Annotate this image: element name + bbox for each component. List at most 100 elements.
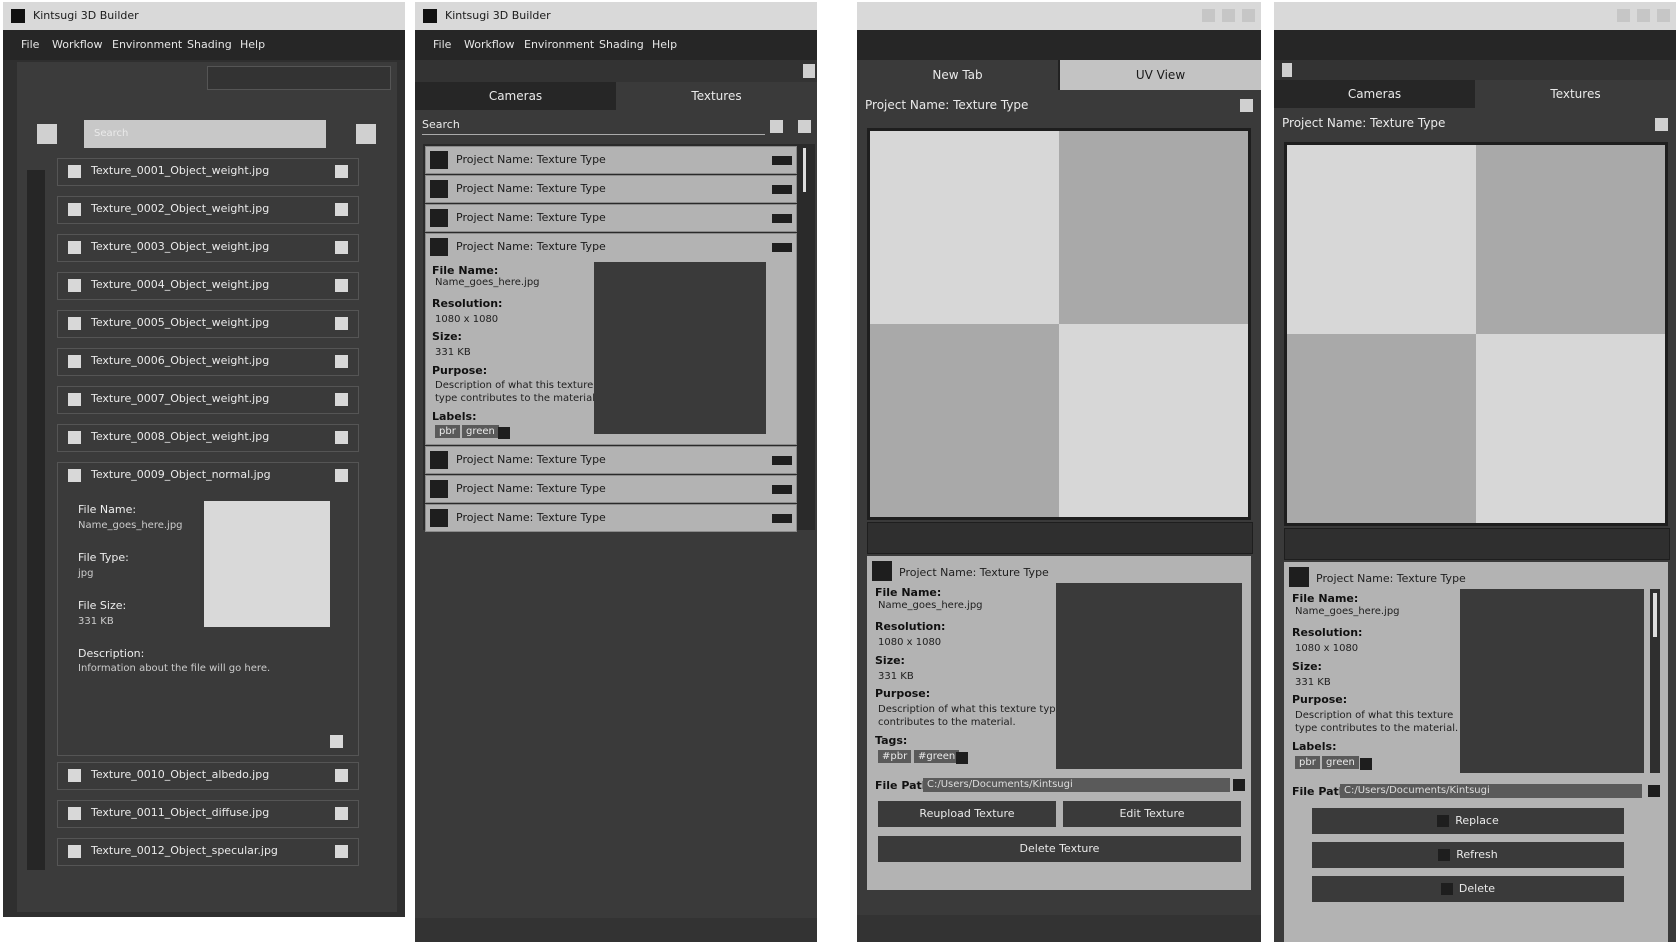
menu-icon[interactable] [772, 456, 792, 465]
menu-shading[interactable]: Shading [599, 38, 644, 51]
label-tag[interactable]: green [1322, 756, 1359, 769]
visibility-icon[interactable] [335, 769, 348, 782]
options-icon[interactable] [1240, 99, 1253, 112]
menu-environment[interactable]: Environment [112, 38, 182, 51]
list-item[interactable]: Project Name: Texture Type [425, 475, 797, 503]
checkbox[interactable] [68, 279, 81, 292]
menu-icon[interactable] [772, 514, 792, 523]
list-item[interactable]: Texture_0010_Object_albedo.jpg [57, 762, 359, 790]
checkbox[interactable] [68, 165, 81, 178]
menu-file[interactable]: File [433, 38, 451, 51]
close-icon[interactable] [1657, 9, 1670, 22]
checkbox[interactable] [68, 241, 81, 254]
tab-textures[interactable]: Textures [1475, 80, 1676, 108]
file-path-field[interactable]: C:/Users/Documents/Kintsugi [1340, 784, 1642, 798]
list-item[interactable]: Texture_0006_Object_weight.jpg [57, 348, 359, 376]
minimize-icon[interactable] [1202, 9, 1215, 22]
list-item[interactable]: Project Name: Texture Type [425, 175, 797, 203]
menu-icon[interactable] [772, 243, 792, 252]
visibility-icon[interactable] [335, 431, 348, 444]
list-item[interactable]: Texture_0012_Object_specular.jpg [57, 838, 359, 866]
menu-workflow[interactable]: Workflow [464, 38, 515, 51]
maximize-icon[interactable] [1222, 9, 1235, 22]
delete-texture-button[interactable]: Delete Texture [878, 836, 1241, 862]
minimize-icon[interactable] [1617, 9, 1630, 22]
expanded-list-item[interactable]: Texture_0009_Object_normal.jpg File Name… [57, 462, 359, 756]
maximize-icon[interactable] [1637, 9, 1650, 22]
visibility-icon[interactable] [335, 165, 348, 178]
list-item[interactable]: Texture_0008_Object_weight.jpg [57, 424, 359, 452]
scrollbar[interactable] [1650, 589, 1660, 773]
checkbox[interactable] [68, 807, 81, 820]
add-tag-icon[interactable] [956, 752, 968, 764]
label-tag[interactable]: green [462, 425, 499, 438]
checkbox[interactable] [68, 393, 81, 406]
list-item[interactable]: Texture_0004_Object_weight.jpg [57, 272, 359, 300]
list-item[interactable]: Texture_0001_Object_weight.jpg [57, 158, 359, 186]
filter-icon[interactable] [770, 120, 783, 133]
visibility-icon[interactable] [335, 469, 348, 482]
visibility-icon[interactable] [335, 845, 348, 858]
checkbox[interactable] [68, 203, 81, 216]
tab-textures[interactable]: Textures [616, 82, 817, 110]
menu-help[interactable]: Help [240, 38, 265, 51]
menu-shading[interactable]: Shading [187, 38, 232, 51]
tab-new-tab[interactable]: New Tab [857, 60, 1060, 90]
refresh-button[interactable]: Refresh [1312, 842, 1624, 868]
browse-icon[interactable] [1648, 785, 1660, 797]
corner-icon[interactable] [330, 735, 343, 748]
file-path-field[interactable]: C:/Users/Documents/Kintsugi [923, 778, 1230, 792]
edit-texture-button[interactable]: Edit Texture [1063, 801, 1241, 827]
list-item[interactable]: Project Name: Texture Type [425, 146, 797, 174]
checkbox[interactable] [68, 469, 81, 482]
tag-chip[interactable]: #green [914, 750, 960, 763]
checkbox[interactable] [68, 845, 81, 858]
delete-button[interactable]: Delete [1312, 876, 1624, 902]
menu-icon[interactable] [772, 214, 792, 223]
checkbox[interactable] [68, 355, 81, 368]
visibility-icon[interactable] [335, 279, 348, 292]
tab-uv-view[interactable]: UV View [1060, 60, 1261, 90]
label-tag[interactable]: pbr [1295, 756, 1320, 769]
menu-icon[interactable] [772, 185, 792, 194]
tab-cameras[interactable]: Cameras [415, 82, 616, 110]
list-item[interactable]: Project Name: Texture Type [425, 446, 797, 474]
options-icon[interactable] [1655, 118, 1668, 131]
menu-workflow[interactable]: Workflow [52, 38, 103, 51]
list-item[interactable]: Project Name: Texture Type [425, 504, 797, 532]
add-label-icon[interactable] [1360, 758, 1372, 770]
tag-chip[interactable]: #pbr [878, 750, 912, 763]
menu-file[interactable]: File [21, 38, 39, 51]
reupload-texture-button[interactable]: Reupload Texture [878, 801, 1056, 827]
filter-icon[interactable] [356, 124, 376, 144]
add-label-icon[interactable] [498, 427, 510, 439]
list-item[interactable]: Texture_0007_Object_weight.jpg [57, 386, 359, 414]
browse-icon[interactable] [1233, 779, 1245, 791]
list-item[interactable]: Texture_0003_Object_weight.jpg [57, 234, 359, 262]
search-input[interactable] [422, 134, 765, 135]
top-field[interactable] [207, 66, 391, 90]
menu-help[interactable]: Help [652, 38, 677, 51]
add-icon[interactable] [798, 120, 811, 133]
visibility-icon[interactable] [335, 241, 348, 254]
checkbox[interactable] [68, 769, 81, 782]
list-item[interactable]: Texture_0002_Object_weight.jpg [57, 196, 359, 224]
menu-environment[interactable]: Environment [524, 38, 594, 51]
search-input[interactable]: Search [84, 120, 326, 148]
list-item[interactable]: Project Name: Texture Type [425, 204, 797, 232]
collapse-icon[interactable] [803, 64, 815, 78]
replace-button[interactable]: Replace [1312, 808, 1624, 834]
visibility-icon[interactable] [335, 203, 348, 216]
scrollbar-thumb[interactable] [803, 148, 806, 192]
visibility-icon[interactable] [335, 393, 348, 406]
expanded-list-item[interactable]: Project Name: Texture Type File Name: Na… [425, 233, 797, 445]
visibility-icon[interactable] [335, 317, 348, 330]
checkbox[interactable] [68, 431, 81, 444]
left-toggle-icon[interactable] [37, 124, 57, 144]
list-item[interactable]: Texture_0011_Object_diffuse.jpg [57, 800, 359, 828]
texture-viewport[interactable] [1284, 142, 1668, 526]
uv-viewport[interactable] [867, 128, 1251, 520]
scrollbar[interactable] [27, 170, 45, 870]
label-tag[interactable]: pbr [435, 425, 460, 438]
scrollbar-thumb[interactable] [1653, 593, 1657, 637]
